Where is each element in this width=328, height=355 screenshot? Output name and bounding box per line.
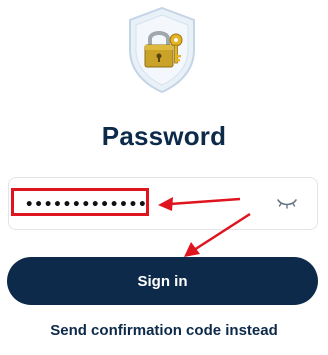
page-title: Password [101, 121, 227, 151]
sign-in-button[interactable]: Sign in [7, 257, 318, 305]
eye-closed-icon[interactable] [276, 196, 298, 210]
send-confirmation-code-link[interactable]: Send confirmation code instead [0, 322, 328, 339]
login-page: Password Sign in Send confirmation code … [0, 0, 328, 355]
shield-lock-key-icon [129, 6, 195, 94]
annotation-highlight-box [11, 188, 149, 216]
